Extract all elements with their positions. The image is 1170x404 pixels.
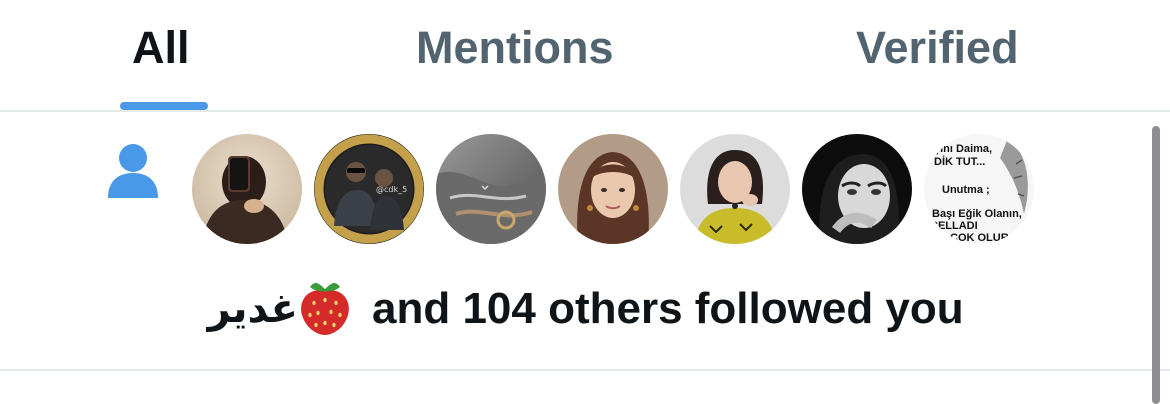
strawberry-emoji [301, 283, 349, 335]
active-tab-indicator [120, 102, 208, 110]
scrollbar[interactable] [1152, 126, 1160, 404]
avatar-7[interactable]: şını Daima, DİK TUT... Unutma ; Başı Eği… [924, 134, 1034, 244]
follow-notification[interactable]: @cdk_5 şını Daima, DİK TUT... Unutma ; B… [0, 112, 1150, 369]
tab-all[interactable]: All [132, 18, 190, 78]
avatar-5[interactable] [680, 134, 790, 244]
notification-divider [0, 369, 1170, 371]
avatar-3[interactable] [436, 134, 546, 244]
avatar-1[interactable] [192, 134, 302, 244]
notification-tabs: All Mentions Verified [0, 0, 1170, 110]
avatar-6[interactable] [802, 134, 912, 244]
tab-mentions[interactable]: Mentions [416, 18, 614, 78]
tab-verified[interactable]: Verified [856, 18, 1019, 78]
avatar-7-quote: şını Daima, DİK TUT... Unutma ; Başı Eği… [924, 134, 1034, 244]
quote-line-2: DİK TUT... [934, 156, 986, 168]
avatar-4[interactable] [558, 134, 668, 244]
avatar-2[interactable]: @cdk_5 [314, 134, 424, 244]
notification-message: and 104 others followed you [372, 284, 964, 333]
person-icon [108, 144, 158, 198]
quote-line-3: Unutma ; [942, 184, 990, 196]
actor-name[interactable]: غدير [190, 284, 298, 334]
quote-line-6: ÇOK OLUR... [950, 232, 1018, 244]
quote-line-1: şını Daima, [934, 143, 993, 155]
avatar-2-overlay: @cdk_5 [376, 185, 407, 194]
